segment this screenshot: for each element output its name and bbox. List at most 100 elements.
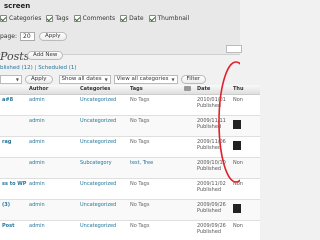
post-author-link[interactable]: admin [27, 94, 78, 115]
post-author-link[interactable]: admin [27, 178, 78, 199]
per-page-label: page: [0, 33, 18, 40]
post-date: 2009/11/06 Published [195, 136, 231, 157]
header-date[interactable]: Date [195, 85, 231, 95]
header-author[interactable]: Author [27, 85, 78, 95]
post-title-link[interactable]: a#8 [0, 94, 27, 115]
post-comments [182, 178, 195, 199]
thumbnail-image [233, 140, 241, 150]
post-author-link[interactable]: admin [27, 136, 78, 157]
post-tags: No Tags [130, 180, 150, 187]
post-author-link[interactable]: admin [27, 115, 78, 136]
date-filter-select[interactable]: Show all dates ▼ [58, 74, 111, 84]
post-date: 2009/11/11 Published [195, 115, 231, 136]
post-status: Published [197, 207, 222, 214]
post-status: Published [197, 165, 222, 172]
post-category-link[interactable]: Uncategorized [78, 199, 128, 220]
header-tags[interactable]: Tags [128, 85, 182, 95]
post-title-link[interactable] [0, 157, 27, 178]
toggle-tags[interactable]: Tags [46, 14, 69, 22]
post-author-link[interactable]: admin [27, 199, 78, 220]
header-title[interactable] [0, 85, 27, 95]
filter-button[interactable]: Filter [180, 74, 207, 84]
screen-options-title: screen [4, 2, 31, 10]
add-new-button[interactable]: Add New [27, 51, 64, 60]
checkbox-thumbnail[interactable] [148, 14, 156, 22]
per-page-input[interactable]: 20 [20, 32, 36, 41]
table-row: rag admin Uncategorized No Tags 2009/11/06 Pu… [0, 136, 260, 157]
post-date: 2010/01/01 Published [195, 94, 231, 115]
table-header-row: Author Categories Tags Date Thu [0, 85, 260, 95]
bulk-actions-select[interactable]: ▼ [0, 74, 22, 84]
post-category-link[interactable]: Uncategorized [78, 136, 128, 157]
scheduled-count: (1) [68, 65, 77, 71]
header-comments[interactable] [182, 85, 195, 95]
thumbnail-none: Non [233, 159, 243, 166]
post-status: Published [197, 102, 222, 109]
post-thumbnail: Non [231, 157, 260, 178]
post-title-link[interactable]: (3) [0, 199, 27, 220]
checkbox-date[interactable] [120, 14, 128, 22]
thumbnail-image [233, 119, 241, 129]
table-row: (3) admin Uncategorized No Tags 2009/09/26 Pu… [0, 199, 260, 220]
category-filter-select[interactable]: View all categories ▼ [113, 74, 178, 84]
toggle-comments[interactable]: Comments [73, 14, 115, 22]
toggle-categories[interactable]: Categories [0, 14, 41, 22]
thumbnail-none: Non [233, 96, 243, 103]
post-title-link[interactable]: rag [0, 136, 27, 157]
screen-options-apply-button[interactable]: Apply [39, 32, 67, 41]
thumbnail-image [233, 203, 241, 213]
post-date: 2009/10/10 Published [195, 157, 231, 178]
search-input[interactable] [226, 45, 242, 53]
post-author-link[interactable]: admin [27, 220, 78, 240]
post-comments [182, 199, 195, 220]
published-count: (12) [21, 65, 33, 71]
table-row: admin Subcategory test, Tree 2009/10/10 Publ… [0, 157, 260, 178]
post-date: 2009/11/02 Published [195, 178, 231, 199]
post-category-link[interactable]: Subcategory [78, 157, 128, 178]
post-category-link[interactable]: Uncategorized [78, 94, 128, 115]
screen-options-panel: screen Categories Tags Comments Date Thu… [0, 0, 240, 55]
header-thumbnail: Thu [231, 85, 260, 95]
table-nav: ▼ Apply Show all dates ▼ View all categor… [0, 74, 207, 84]
toggle-date[interactable]: Date [120, 14, 144, 22]
checkbox-comments[interactable] [73, 14, 81, 22]
post-title-link[interactable]: Post [0, 220, 27, 240]
status-filter-links: blished (12) | Scheduled (1) [0, 65, 77, 71]
toggle-thumbnail-label: Thumbnail [157, 14, 190, 22]
post-tags[interactable]: test, Tree [128, 157, 182, 178]
post-date: 2009/09/26 Published [195, 199, 231, 220]
post-author-link[interactable]: admin [27, 157, 78, 178]
table-row: Post admin Uncategorized No Tags 2009/09/26 P… [0, 220, 260, 240]
post-tags: No Tags [130, 96, 150, 103]
filter-published-link[interactable]: blished (12) [0, 65, 33, 71]
post-status: Published [197, 186, 222, 193]
post-category-link[interactable]: Uncategorized [78, 178, 128, 199]
post-category-link[interactable]: Uncategorized [78, 115, 128, 136]
post-comments [182, 157, 195, 178]
post-thumbnail [231, 136, 260, 157]
checkbox-tags[interactable] [46, 14, 54, 22]
table-row: ss to WP !adminUncategorizedNo Tags 2009/… [0, 178, 260, 199]
filter-scheduled-link[interactable]: Scheduled (1) [38, 65, 76, 71]
posts-table: Author Categories Tags Date Thu a#8 admin… [0, 85, 260, 240]
post-status: Published [197, 123, 222, 130]
post-comments [182, 94, 195, 115]
bulk-apply-button[interactable]: Apply [25, 74, 53, 84]
post-status: Published [197, 144, 222, 151]
column-toggles: Categories Tags Comments Date Thumbnail [0, 12, 194, 24]
page-title: Posts [0, 50, 30, 63]
header-categories[interactable]: Categories [78, 85, 128, 95]
post-thumbnail [231, 115, 260, 136]
post-title-link[interactable] [0, 115, 27, 136]
table-row: a#8 admin Uncategorized No Tags 2010/01/01 Pu… [0, 94, 260, 115]
toggle-date-label: Date [129, 14, 144, 22]
post-comments [182, 136, 195, 157]
checkbox-categories[interactable] [0, 14, 7, 22]
post-title-link[interactable]: ss to WP ! [0, 178, 27, 199]
toggle-tags-label: Tags [55, 14, 69, 22]
toggle-thumbnail[interactable]: Thumbnail [148, 14, 190, 22]
post-category-link[interactable]: Uncategorized [78, 220, 128, 240]
chevron-down-icon: ▼ [104, 76, 108, 82]
post-thumbnail: Non [231, 178, 260, 199]
thumbnail-none: Non [233, 222, 243, 229]
